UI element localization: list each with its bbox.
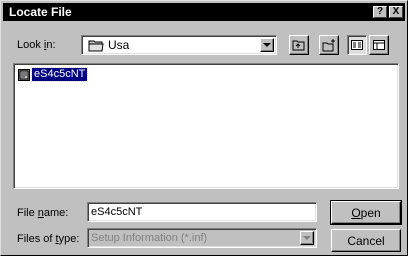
look-in-combobox[interactable]: Usa (81, 35, 277, 55)
open-button[interactable]: Open (330, 200, 402, 225)
folder-icon (88, 40, 104, 52)
new-folder-icon (322, 38, 335, 51)
close-button[interactable]: X (389, 6, 403, 18)
file-type-select[interactable]: Setup Information (*.inf) (87, 228, 317, 248)
locate-file-dialog: Locate File ? X Look in: Usa eS4c5cNT Fi… (0, 0, 408, 256)
dialog-title: Locate File (9, 5, 72, 19)
file-name-text: eS4c5cNT (30, 67, 89, 82)
file-name-value: eS4c5cNT (91, 206, 143, 218)
up-one-level-button[interactable] (289, 35, 309, 55)
file-type-dropdown-button[interactable] (300, 231, 314, 245)
file-name-input[interactable]: eS4c5cNT (87, 202, 317, 222)
details-view-icon (373, 40, 385, 50)
chevron-down-icon (303, 236, 311, 240)
setup-file-icon (18, 68, 30, 81)
look-in-value: Usa (108, 38, 130, 52)
chevron-down-icon (263, 43, 271, 47)
new-folder-button[interactable] (319, 35, 339, 55)
look-in-label: Look in: (17, 39, 56, 51)
look-in-dropdown-button[interactable] (260, 38, 274, 52)
file-name-label: File name: (17, 207, 69, 219)
help-button[interactable]: ? (373, 6, 387, 18)
list-item[interactable]: eS4c5cNT (18, 67, 89, 82)
list-view-icon (351, 40, 363, 50)
title-bar[interactable]: Locate File ? X (3, 3, 405, 21)
file-type-label: Files of type: (17, 233, 80, 245)
file-list[interactable]: eS4c5cNT (13, 63, 399, 189)
list-view-button[interactable] (347, 35, 367, 55)
details-view-button[interactable] (369, 35, 389, 55)
file-type-value: Setup Information (*.inf) (91, 232, 208, 244)
cancel-button[interactable]: Cancel (331, 229, 401, 252)
up-folder-icon (292, 40, 305, 51)
